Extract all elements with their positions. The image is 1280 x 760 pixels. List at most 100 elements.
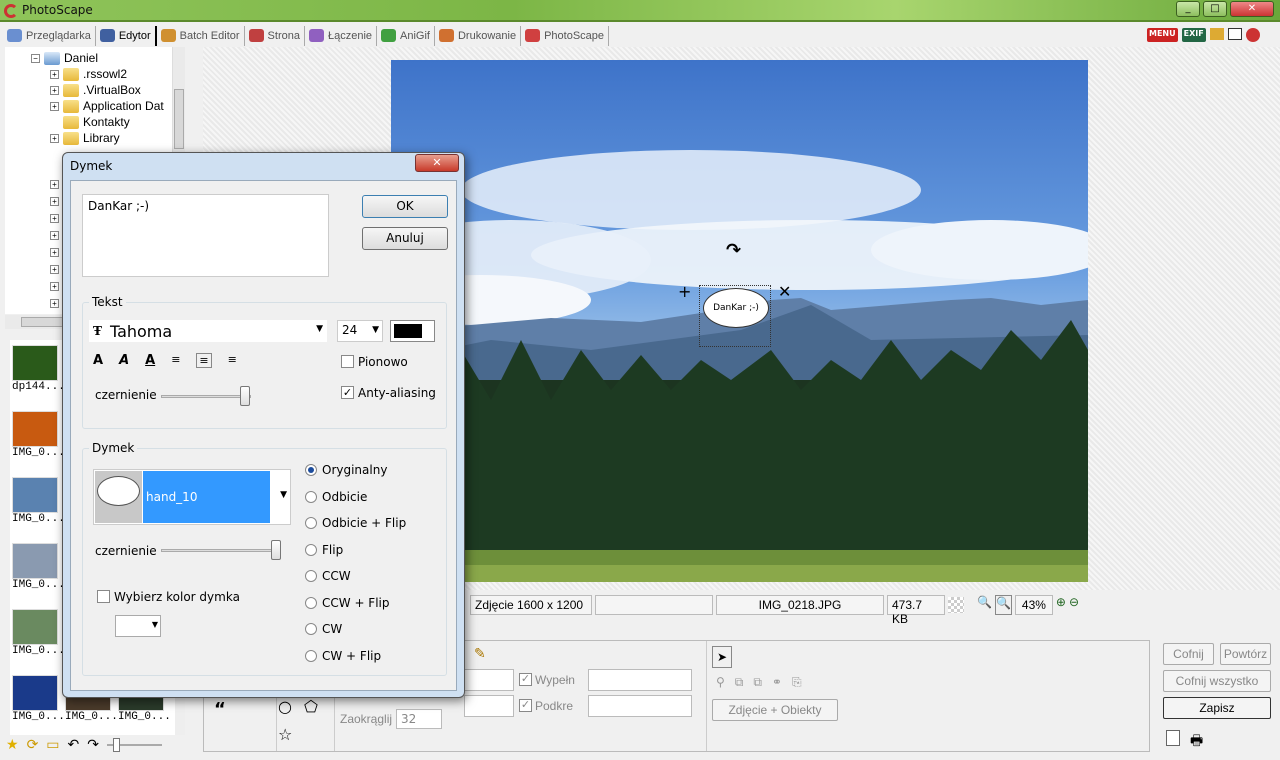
expand-icon[interactable]: + [50,299,59,308]
refresh-icon[interactable]: ⟳ [27,737,39,753]
star-icon[interactable]: ★ [6,737,19,753]
menu-button[interactable]: MENU [1147,28,1178,42]
zoom-actual-icon[interactable]: 🔍 [977,595,992,615]
expand-icon[interactable]: + [50,101,59,111]
expand-icon[interactable]: + [50,69,59,79]
radio-button[interactable] [305,570,317,582]
round-stepper[interactable]: 32 [396,709,442,729]
thumbnail-size-slider[interactable] [107,738,162,752]
thumbnail-item[interactable]: IMG_0... [12,609,65,657]
expand-icon[interactable]: + [50,85,59,95]
choose-color-checkbox[interactable] [97,590,110,603]
orientation-radio[interactable]: Odbicie + Flip [305,516,406,530]
undo-all-button[interactable]: Cofnij wszystko [1163,670,1271,692]
maximize-button[interactable]: □ [1203,1,1227,17]
tree-item[interactable]: Application Dat [83,99,164,113]
expand-icon[interactable]: + [50,248,59,257]
orientation-radio[interactable]: Oryginalny [305,463,387,477]
expand-icon[interactable]: + [50,231,59,240]
save-button[interactable]: Zapisz [1163,697,1271,719]
bubble-darkness-slider[interactable] [161,549,281,552]
orientation-radio[interactable]: CCW [305,569,351,583]
speech-bubble[interactable]: DanKar ;-) [703,288,769,328]
orientation-radio[interactable]: Flip [305,543,343,557]
thumbnail-item[interactable]: IMG_0... [12,543,65,591]
underline-icon[interactable]: A [145,353,155,368]
zoom-out-icon[interactable]: ⊖ [1069,595,1079,615]
bubble-darkness-slider-thumb[interactable] [271,540,281,560]
expand-icon[interactable]: + [50,133,59,143]
tree-item[interactable]: Library [83,131,120,145]
back-arrow-icon[interactable]: ↶ [68,737,80,753]
expand-icon[interactable]: + [50,282,59,291]
expand-icon[interactable]: + [50,197,59,206]
move-handle-icon[interactable]: + [678,282,691,301]
bubble-color-select[interactable]: ▼ [115,615,161,637]
photo-objects-button[interactable]: Zdjęcie + Obiekty [712,699,838,721]
radio-button[interactable] [305,517,317,529]
expand-icon[interactable]: + [50,180,59,189]
expand-icon[interactable]: + [50,265,59,274]
redo-button[interactable]: Powtórz [1220,643,1271,665]
circle-tool-icon[interactable]: ○ [278,697,292,716]
fill-checkbox[interactable]: ✓ [519,673,532,686]
vertical-checkbox[interactable] [341,355,354,368]
tab-edytor[interactable]: Edytor [96,25,157,46]
tree-item[interactable]: .VirtualBox [83,83,141,97]
align-center-icon[interactable]: ≡ [196,353,212,368]
help-icon[interactable] [1245,28,1260,42]
fill-color-select[interactable] [588,669,692,691]
photo-image[interactable]: DanKar ;-) + ✕ ↷ [391,60,1088,582]
align-right-icon[interactable]: ≡ [228,353,237,368]
slideshow-icon[interactable] [1209,28,1224,40]
tab-strona[interactable]: Strona [245,25,305,46]
folder-open-icon[interactable]: ▭ [46,737,59,753]
bold-outline-icon[interactable]: A [93,353,103,368]
orientation-radio[interactable]: CCW + Flip [305,596,390,610]
cancel-button[interactable]: Anuluj [362,227,448,250]
tree-item[interactable]: .rssowl2 [83,67,127,81]
expand-icon[interactable]: + [50,214,59,223]
tab-przeglądarka[interactable]: Przeglądarka [3,25,96,46]
align-left-icon[interactable]: ≡ [171,353,180,368]
radio-button[interactable] [305,623,317,635]
thumbnail-item[interactable]: IMG_0... [12,675,65,723]
orientation-radio[interactable]: CW + Flip [305,649,381,663]
tab-drukowanie[interactable]: Drukowanie [435,25,522,46]
delete-object-icon[interactable]: ✕ [778,282,791,301]
thumbnail-item[interactable]: IMG_0... [12,411,65,459]
select-pointer-icon[interactable]: ➤ [712,646,732,668]
text-color-picker[interactable] [390,320,435,342]
tree-item[interactable]: Kontakty [83,115,130,129]
pentagon-tool-icon[interactable]: ⬠ [304,697,318,716]
thumbnail-item[interactable]: dp144... [12,345,65,393]
orientation-radio[interactable]: Odbicie [305,490,367,504]
dialog-close-button[interactable]: ✕ [415,154,459,172]
font-select[interactable]: Ŧ Tahoma ▼ [89,320,327,342]
tree-item[interactable]: Daniel [64,51,98,65]
object-arrange-icons[interactable]: ⚲⧉⧉⚭⎘ [716,675,812,690]
radio-button[interactable] [305,543,317,556]
font-size-select[interactable]: 24 ▼ [337,320,383,342]
italic-icon[interactable]: A [119,353,129,368]
radio-button[interactable] [305,464,317,476]
tab-łączenie[interactable]: Łączenie [305,25,378,46]
star-tool-icon[interactable]: ☆ [278,725,292,744]
copy-icon[interactable] [1227,28,1242,40]
tab-batch-editor[interactable]: Batch Editor [157,25,245,46]
forward-arrow-icon[interactable]: ↷ [87,737,99,753]
radio-button[interactable] [305,649,317,662]
new-file-icon[interactable] [1166,730,1180,746]
border-checkbox[interactable]: ✓ [519,699,532,712]
radio-button[interactable] [305,490,317,503]
zoom-in-icon[interactable]: ⊕ [1056,595,1066,615]
border-color-select[interactable] [464,695,514,717]
text-darkness-slider[interactable] [161,395,251,398]
text-darkness-slider-thumb[interactable] [240,386,250,406]
ok-button[interactable]: OK [362,195,448,218]
close-button[interactable]: ✕ [1230,1,1274,17]
zoom-fit-icon[interactable]: 🔍 [994,595,1012,615]
speech-bubble-tool-icon[interactable]: “ [214,699,226,720]
bubble-style-select[interactable]: hand_10 ▼ [93,469,291,525]
exif-button[interactable]: EXIF [1181,28,1206,42]
